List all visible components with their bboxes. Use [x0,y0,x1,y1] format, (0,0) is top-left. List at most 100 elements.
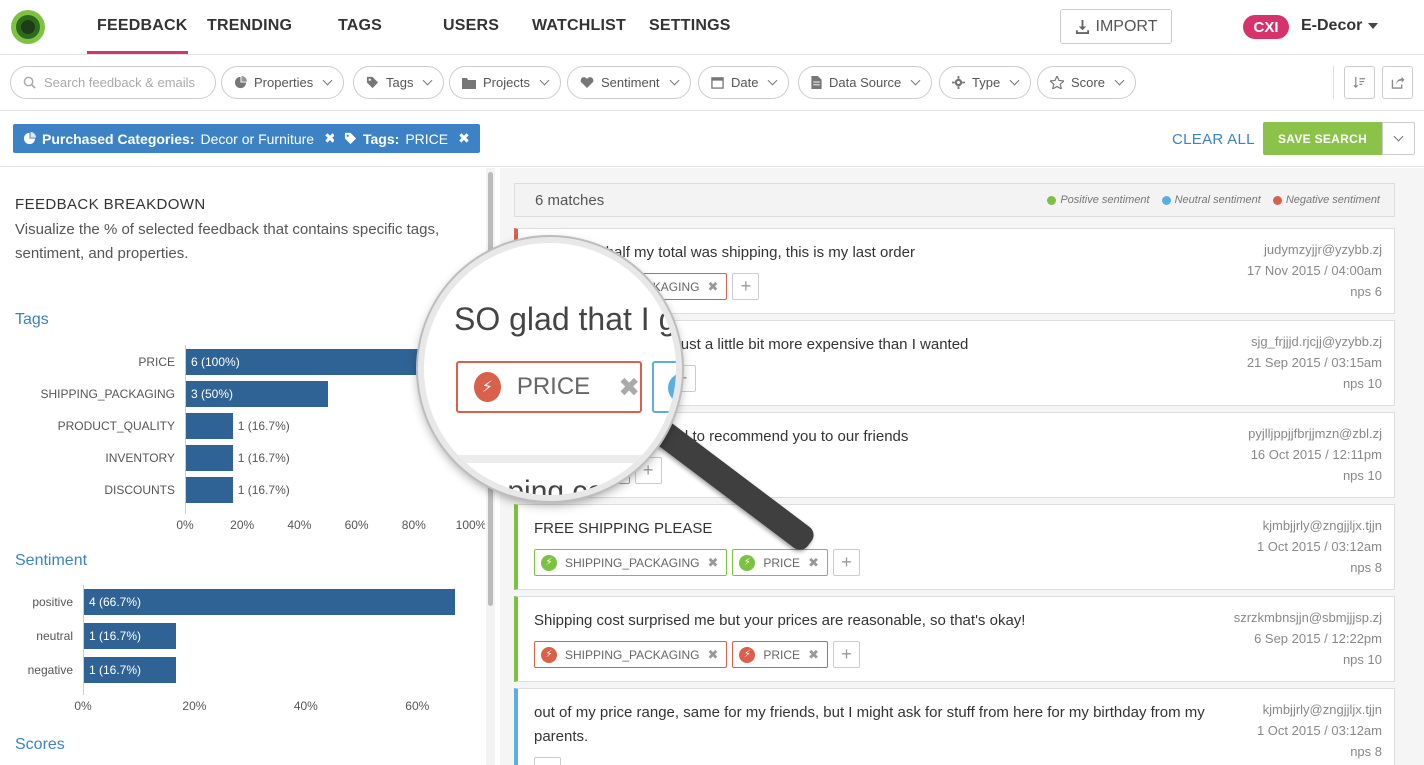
close-icon[interactable]: ✖ [707,647,718,663]
nav-feedback[interactable]: FEEDBACK [97,17,188,35]
feedback-card[interactable]: Shipping cost surprised me but your pric… [514,596,1395,682]
sort-button[interactable] [1344,66,1375,99]
nav-trending[interactable]: TRENDING [207,17,292,35]
save-search-dropdown[interactable] [1382,122,1415,155]
tag-label: PRICE [763,647,801,662]
filter-date[interactable]: Date [698,66,790,99]
feedback-meta: kjmbjjrly@zngjjljx.tjjn 1 Oct 2015 / 03:1… [1257,699,1382,762]
feedback-text: FREE SHIPPING PLEASE [534,520,713,537]
account-menu[interactable]: E-Decor [1301,17,1379,35]
legend-dot [1272,195,1282,205]
filter-properties[interactable]: Properties [221,66,345,99]
close-icon[interactable]: ✖ [707,279,718,295]
magnified-tag-label: PRICE [516,373,591,400]
feedback-tag[interactable]: ⚡ PRICE ✖ [732,641,828,668]
feedback-nps: nps 8 [1350,744,1382,759]
filter-score[interactable]: Score [1037,66,1136,99]
feedback-tag[interactable]: ⚡ SHIPPING_PACKAGING ✖ [534,641,728,668]
toolbar-divider [1333,66,1334,99]
feedback-tags: ⚡ SHIPPING_PACKAGING ✖ ⚡ PRICE ✖ + [534,641,860,668]
close-icon[interactable]: ✖ [808,555,819,571]
chip-value: PRICE [405,130,449,147]
gear-icon [952,76,965,89]
chart-bar[interactable] [185,413,233,439]
feedback-tag[interactable]: ⚡ PRICE ✖ [732,549,828,576]
sentiment-heading[interactable]: Sentiment [15,552,87,570]
feedback-card[interactable]: out of my price range, same for my frien… [514,688,1395,765]
close-icon[interactable]: ✖ [458,130,470,147]
filter-type[interactable]: Type [939,66,1032,99]
save-search-button[interactable]: SAVE SEARCH [1263,122,1382,155]
feedback-email[interactable]: sjg_frjjjd.rjcjj@yzybb.zj [1247,331,1382,352]
top-navigation: FEEDBACK TRENDING TAGS USERS WATCHLIST S… [0,0,1424,55]
bar-data-label: 4 (66.7%) [89,595,142,609]
filter-tags[interactable]: Tags [353,66,445,99]
close-icon[interactable]: ✖ [808,647,819,663]
feedback-email[interactable]: judymzyjjr@yzybb.zj [1247,239,1382,260]
nav-tags[interactable]: TAGS [338,17,382,35]
document-icon [811,76,822,89]
magnifier-lens: SO glad that I g ⚡ PRICE ✖ ipping co [418,237,682,501]
bar-data-label: 3 (50%) [191,387,234,401]
search-placeholder: Search feedback & emails [44,75,196,90]
clear-all-link[interactable]: CLEAR ALL [1172,131,1255,148]
search-input[interactable]: Search feedback & emails [10,66,216,99]
import-button[interactable]: IMPORT [1060,9,1172,44]
tag-label: SHIPPING_PACKAGING [565,555,700,570]
chevron-down-icon [1393,131,1404,142]
axis-tick-label: 0% [74,699,92,713]
tag-label: PRICE [763,555,801,570]
bar-category-label: DISCOUNTS [104,483,175,497]
lightning-icon: ⚡ [739,554,756,571]
active-filter-chip[interactable]: Tags: PRICE ✖ [334,124,480,153]
tags-heading[interactable]: Tags [15,311,49,329]
import-label: IMPORT [1095,17,1158,35]
pie-chart-icon [234,76,247,89]
filter-projects[interactable]: Projects [449,66,561,99]
nav-users[interactable]: USERS [443,17,499,35]
feedback-email[interactable]: kjmbjjrly@zngjjljx.tjjn [1257,515,1382,536]
filter-sentiment[interactable]: Sentiment [567,66,691,99]
legend-label: Positive sentiment [1060,194,1150,206]
active-filters-row: Purchased Categories: Decor or Furniture… [0,112,1424,167]
filter-data-source[interactable]: Data Source [798,66,933,99]
pie-chart-icon [23,132,36,145]
axis-tick-label: 100% [455,518,485,532]
add-tag-button[interactable]: + [832,549,860,576]
active-filter-chip[interactable]: Purchased Categories: Decor or Furniture… [13,124,346,153]
chart-bar[interactable] [185,445,233,471]
active-tab-indicator [87,51,188,54]
nav-settings[interactable]: SETTINGS [649,17,731,35]
feedback-meta: sjg_frjjjd.rjcjj@yzybb.zj 21 Sep 2015 / 0… [1247,331,1382,394]
axis-line [185,345,186,514]
close-icon[interactable]: ✖ [707,555,718,571]
chart-bar[interactable] [185,477,233,503]
add-tag-button[interactable]: + [732,273,760,300]
add-tag-button[interactable]: + [832,641,860,668]
breakdown-title: FEEDBACK BREAKDOWN [15,196,206,213]
chevron-down-icon [539,75,550,86]
filter-projects-label: Projects [483,75,530,90]
feedback-meta: szrzkmbnsjjn@sbmjjjsp.zj 6 Sep 2015 / 12:… [1234,607,1382,670]
feedback-email[interactable]: kjmbjjrly@zngjjljx.tjjn [1257,699,1382,720]
feedback-text: out of my price range, same for my frien… [534,704,1205,745]
bar-category-label: SHIPPING_PACKAGING [40,387,175,401]
download-icon [1075,19,1089,34]
axis-tick-label: 40% [293,699,318,713]
bar-data-label: 6 (100%) [191,355,240,369]
feedback-email[interactable]: pyjlljppjjfbrjjmzn@zbl.zj [1248,423,1382,444]
bar-category-label: positive [32,595,73,609]
feedback-tag[interactable]: ⚡ SHIPPING_PACKAGING ✖ [534,549,728,576]
feedback-email[interactable]: szrzkmbnsjjn@sbmjjjsp.zj [1234,607,1382,628]
scores-heading[interactable]: Scores [15,736,65,754]
match-count: 6 matches [535,192,605,209]
legend-dot [1161,195,1171,205]
feedback-card[interactable]: FREE SHIPPING PLEASE kjmbjjrly@zngjjljx.t… [514,504,1395,590]
feedback-meta: kjmbjjrly@zngjjljx.tjjn 1 Oct 2015 / 03:1… [1257,515,1382,578]
close-icon: ✖ [618,371,640,402]
add-tag-button[interactable]: + [534,757,561,765]
export-button[interactable] [1382,66,1413,99]
nav-watchlist[interactable]: WATCHLIST [532,17,626,35]
app-logo[interactable] [11,10,45,44]
chevron-down-icon [768,75,778,86]
